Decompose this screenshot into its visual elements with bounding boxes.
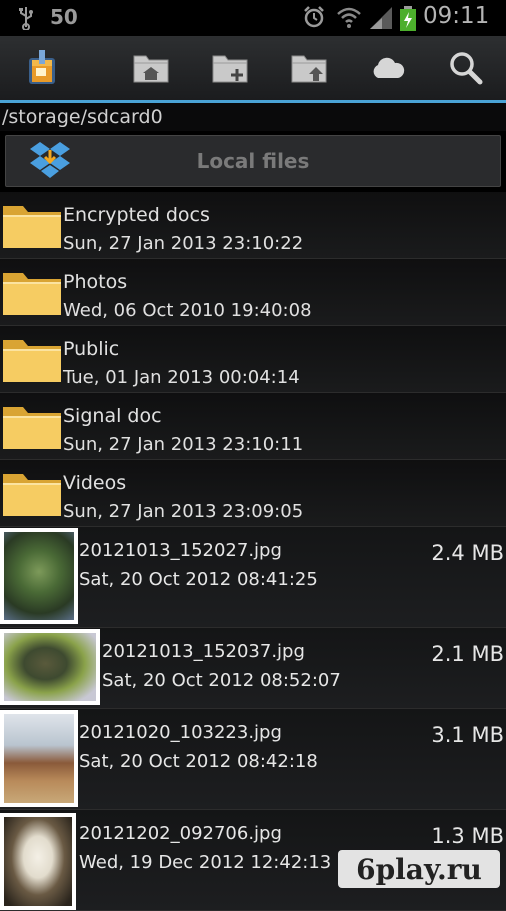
file-size: 3.1 MB [431, 723, 504, 747]
app-logo-icon[interactable] [12, 36, 72, 100]
folder-date: Sun, 27 Jan 2013 23:10:11 [63, 434, 304, 455]
image-thumbnail [0, 528, 78, 624]
local-files-button[interactable]: Local files [5, 135, 501, 187]
folder-name: Videos [63, 472, 127, 494]
file-row[interactable]: 20121013_152027.jpg Sat, 20 Oct 2012 08:… [0, 527, 506, 628]
file-size: 1.3 MB [431, 824, 504, 848]
new-folder-icon[interactable] [200, 36, 260, 100]
folder-up-icon[interactable] [279, 36, 339, 100]
signal-icon [368, 6, 394, 34]
alarm-icon [302, 5, 326, 33]
file-list: Encrypted docs Sun, 27 Jan 2013 23:10:22… [0, 192, 506, 911]
wifi-icon [336, 5, 362, 33]
file-name: 20121020_103223.jpg [79, 722, 282, 743]
dropbox-icon [28, 138, 72, 186]
cloud-icon[interactable] [358, 36, 418, 100]
file-date: Sat, 20 Oct 2012 08:41:25 [79, 569, 318, 590]
folder-date: Sun, 27 Jan 2013 23:09:05 [63, 501, 304, 522]
current-path: /storage/sdcard0 [0, 103, 506, 131]
file-date: Wed, 19 Dec 2012 12:42:13 [79, 852, 332, 873]
image-thumbnail [0, 710, 78, 807]
file-name: 20121013_152037.jpg [102, 641, 305, 662]
folder-name: Photos [63, 271, 128, 293]
file-row[interactable]: 20121013_152037.jpg Sat, 20 Oct 2012 08:… [0, 628, 506, 709]
folder-home-icon[interactable] [121, 36, 181, 100]
local-files-label: Local files [196, 149, 310, 173]
folder-date: Tue, 01 Jan 2013 00:04:14 [63, 367, 300, 388]
notification-count: 50 [50, 5, 78, 29]
folder-row[interactable]: Signal doc Sun, 27 Jan 2013 23:10:11 [0, 393, 506, 460]
clock: 09:11 [423, 3, 490, 29]
file-date: Sat, 20 Oct 2012 08:52:07 [102, 670, 341, 691]
folder-row[interactable]: Public Tue, 01 Jan 2013 00:04:14 [0, 326, 506, 393]
folder-name: Public [63, 338, 120, 360]
file-size: 2.1 MB [431, 642, 504, 666]
folder-name: Signal doc [63, 405, 162, 427]
image-thumbnail [0, 813, 76, 910]
file-name: 20121202_092706.jpg [79, 823, 282, 844]
toolbar [0, 36, 506, 100]
file-date: Sat, 20 Oct 2012 08:42:18 [79, 751, 318, 772]
battery-charging-icon [399, 6, 417, 36]
file-size: 2.4 MB [431, 541, 504, 565]
folder-row[interactable]: Videos Sun, 27 Jan 2013 23:09:05 [0, 460, 506, 527]
folder-date: Sun, 27 Jan 2013 23:10:22 [63, 233, 304, 254]
folder-row[interactable]: Photos Wed, 06 Oct 2010 19:40:08 [0, 259, 506, 326]
folder-icon [1, 401, 63, 455]
status-bar: 50 09:11 [0, 0, 506, 36]
watermark-logo: 6play.ru [338, 850, 500, 888]
folder-row[interactable]: Encrypted docs Sun, 27 Jan 2013 23:10:22 [0, 192, 506, 259]
folder-icon [1, 200, 63, 254]
folder-icon [1, 334, 63, 388]
folder-icon [1, 468, 63, 522]
folder-name: Encrypted docs [63, 204, 210, 226]
image-thumbnail [0, 629, 100, 705]
usb-icon [18, 6, 34, 36]
folder-date: Wed, 06 Oct 2010 19:40:08 [63, 300, 312, 321]
file-row[interactable]: 20121020_103223.jpg Sat, 20 Oct 2012 08:… [0, 709, 506, 810]
search-icon[interactable] [436, 36, 496, 100]
file-name: 20121013_152027.jpg [79, 540, 282, 561]
folder-icon [1, 267, 63, 321]
